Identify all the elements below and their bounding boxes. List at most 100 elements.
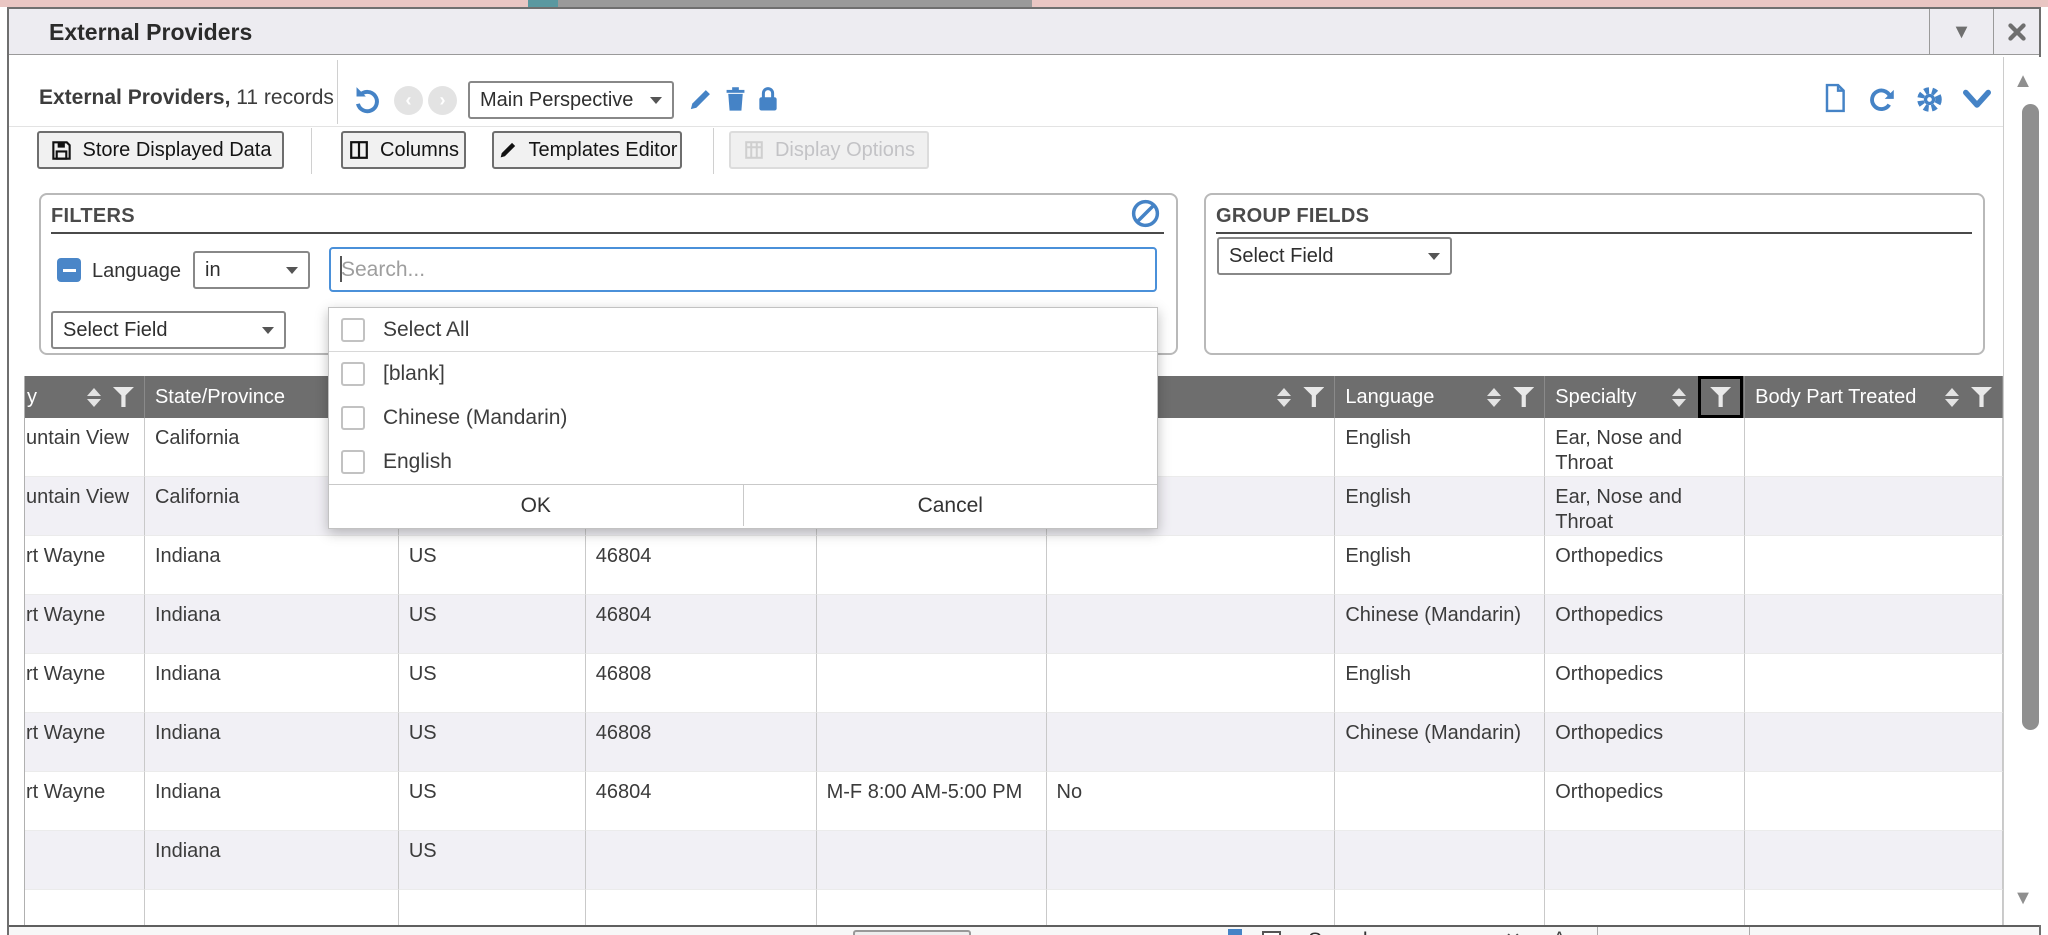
dropdown-option[interactable]: [blank] (329, 352, 1157, 396)
table-cell (1545, 831, 1745, 890)
scrollbar-thumb[interactable] (2022, 104, 2039, 730)
filter-operator-select[interactable]: in (193, 251, 310, 289)
sort-icon[interactable] (1487, 388, 1501, 407)
table-row[interactable]: rt WayneIndianaUS46804Chinese (Mandarin)… (25, 595, 2003, 654)
table-cell: 46804 (586, 772, 817, 831)
column-header[interactable]: Specialty (1545, 376, 1745, 418)
columns-icon (348, 139, 370, 161)
refresh-button[interactable] (1866, 84, 1897, 115)
table-cell: 46804 (586, 595, 817, 654)
footer-close-icon[interactable]: ✕ (1505, 929, 1521, 935)
table-row[interactable]: rt WayneIndianaUS46804EnglishOrthopedics (25, 536, 2003, 595)
table-row[interactable]: IndianaUS (25, 831, 2003, 890)
column-header[interactable]: y (25, 376, 145, 418)
table-cell (1047, 595, 1336, 654)
checkbox[interactable] (341, 362, 365, 386)
columns-button[interactable]: Columns (341, 131, 466, 169)
sort-icon[interactable] (1277, 388, 1291, 407)
table-row[interactable]: rt WayneIndianaUS46808Chinese (Mandarin)… (25, 713, 2003, 772)
table-cell: US (399, 654, 586, 713)
table-cell (25, 831, 145, 890)
column-label: Language (1345, 386, 1487, 409)
dialog-close-button[interactable] (1993, 9, 2039, 55)
dropdown-option[interactable]: Chinese (Mandarin) (329, 396, 1157, 440)
table-cell (586, 831, 817, 890)
dropdown-option[interactable]: Select All (329, 308, 1157, 352)
table-cell: 46808 (586, 654, 817, 713)
columns-label: Columns (380, 139, 459, 162)
table-row[interactable] (25, 890, 2003, 925)
footer-checkbox[interactable] (1262, 931, 1281, 935)
store-displayed-data-button[interactable]: Store Displayed Data (37, 131, 284, 169)
dialog-title: External Providers (49, 9, 252, 55)
background-page-header (558, 0, 1032, 7)
history-back-button[interactable]: ‹ (394, 86, 423, 115)
record-summary-title: External Providers, (39, 86, 230, 109)
table-cell: Indiana (145, 536, 399, 595)
table-cell (817, 595, 1047, 654)
table-cell: Orthopedics (1545, 713, 1745, 772)
sort-icon[interactable] (1672, 388, 1686, 407)
add-filter-field-select[interactable]: Select Field (51, 311, 286, 349)
scroll-down-icon[interactable]: ▼ (2004, 887, 2042, 910)
lock-perspective-button[interactable] (754, 84, 782, 114)
clear-filters-button[interactable] (1130, 198, 1161, 229)
chevron-down-icon (650, 97, 662, 104)
chevron-left-icon: ‹ (406, 90, 412, 111)
footer-sort-az-icon[interactable]: A (1553, 929, 1566, 935)
table-cell: rt Wayne (25, 654, 145, 713)
new-document-button[interactable] (1820, 82, 1850, 114)
table-cell: Indiana (145, 654, 399, 713)
footer-button[interactable] (853, 930, 971, 935)
column-header[interactable]: Language (1335, 376, 1545, 418)
remove-filter-button[interactable] (57, 258, 81, 282)
filter-funnel-icon[interactable] (1513, 387, 1534, 407)
undo-button[interactable] (350, 82, 384, 116)
dropdown-option[interactable]: English (329, 440, 1157, 484)
footer-divider (1749, 927, 1750, 935)
filter-field-label: Language (92, 260, 181, 283)
checkbox[interactable] (341, 406, 365, 430)
table-cell (1745, 595, 2003, 654)
table-row[interactable]: rt WayneIndianaUS46804M-F 8:00 AM-5:00 P… (25, 772, 2003, 831)
table-cell (1047, 713, 1336, 772)
delete-perspective-button[interactable] (722, 85, 749, 114)
background-page-accent (528, 0, 558, 7)
ok-button[interactable]: OK (329, 485, 744, 526)
table-cell: Orthopedics (1545, 536, 1745, 595)
sort-icon[interactable] (1945, 388, 1959, 407)
filter-funnel-icon[interactable] (1303, 387, 1324, 407)
table-cell: Orthopedics (1545, 595, 1745, 654)
ban-icon (1130, 198, 1161, 229)
group-field-select[interactable]: Select Field (1217, 237, 1452, 275)
column-label: Specialty (1555, 386, 1672, 409)
edit-perspective-button[interactable] (686, 85, 715, 114)
table-cell: US (399, 713, 586, 772)
templates-editor-button[interactable]: Templates Editor (492, 131, 682, 169)
chevron-down-icon (286, 267, 298, 274)
settings-button[interactable] (1914, 84, 1945, 115)
sort-icon[interactable] (87, 388, 101, 407)
history-forward-button[interactable]: › (428, 86, 457, 115)
funnel-shape (1971, 387, 1992, 407)
checkbox[interactable] (341, 318, 365, 342)
perspective-select[interactable]: Main Perspective (468, 81, 674, 119)
filter-funnel-icon[interactable] (1698, 376, 1743, 418)
dialog-collapse-button[interactable]: ▼ (1929, 9, 1993, 55)
scroll-up-icon[interactable]: ▲ (2004, 70, 2042, 93)
checkbox[interactable] (341, 450, 365, 474)
collapse-toolbar-button[interactable] (1962, 88, 1992, 112)
table-cell (1335, 772, 1545, 831)
cancel-button[interactable]: Cancel (744, 485, 1158, 526)
table-cell: Indiana (145, 772, 399, 831)
filter-operator-value: in (195, 259, 276, 282)
filter-search-input[interactable] (329, 247, 1157, 292)
filter-funnel-icon[interactable] (1971, 387, 1992, 407)
table-cell: English (1335, 536, 1545, 595)
column-header[interactable]: Body Part Treated (1745, 376, 2003, 418)
filter-funnel-icon[interactable] (113, 387, 134, 407)
table-cell: English (1335, 418, 1545, 477)
table-row[interactable]: rt WayneIndianaUS46808EnglishOrthopedics (25, 654, 2003, 713)
footer-bar: Search ✕ A (9, 925, 2039, 935)
dropdown-footer: OK Cancel (329, 484, 1157, 526)
